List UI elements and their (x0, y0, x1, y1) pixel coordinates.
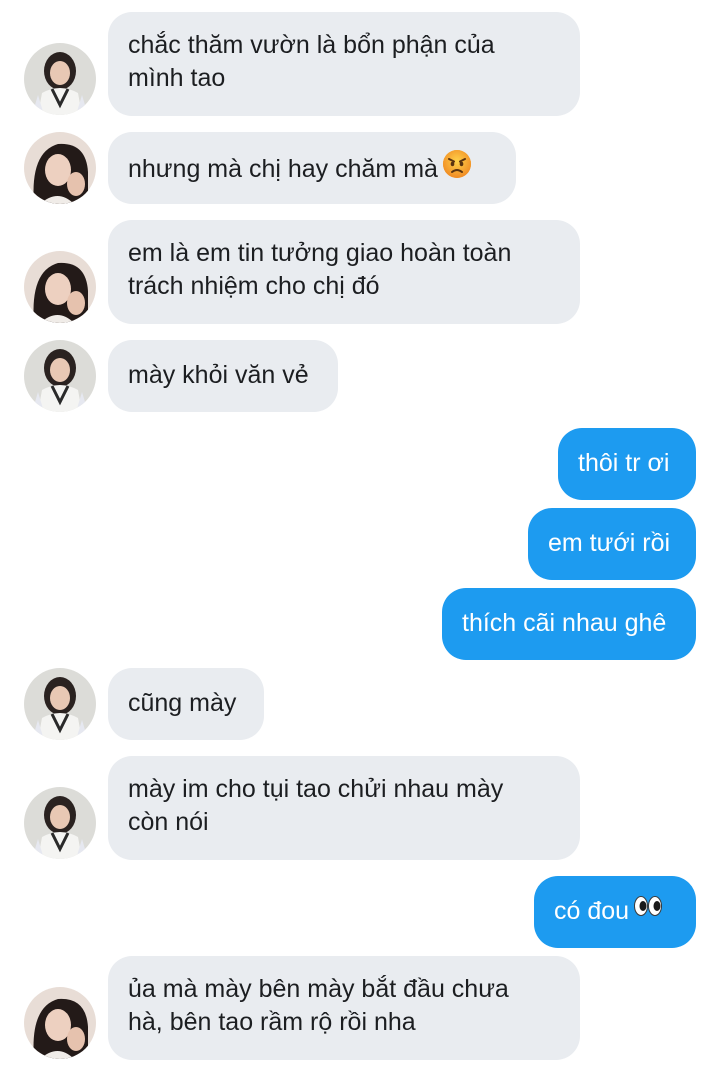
avatar-girl-white-vest-icon (24, 43, 96, 115)
avatar-girl-white-vest-icon (24, 787, 96, 859)
message-row-incoming: nhưng mà chị hay chăm mà (0, 132, 720, 204)
avatar[interactable] (24, 668, 96, 740)
avatar[interactable] (24, 132, 96, 204)
message-bubble[interactable]: thôi tr ơi (558, 428, 696, 500)
message-row-incoming: mày khỏi văn vẻ (0, 340, 720, 412)
message-row-incoming: cũng mày (0, 668, 720, 740)
message-bubble[interactable]: chắc thăm vườn là bổn phận của mình tao (108, 12, 580, 116)
message-bubble[interactable]: nhưng mà chị hay chăm mà (108, 132, 516, 204)
avatar[interactable] (24, 251, 96, 323)
avatar[interactable] (24, 787, 96, 859)
message-bubble[interactable]: em là em tin tưởng giao hoàn toàn trách … (108, 220, 580, 324)
avatar-girl-selfie-icon (24, 251, 96, 323)
avatar[interactable] (24, 43, 96, 115)
message-bubble[interactable]: mày im cho tụi tao chửi nhau mày còn nói (108, 756, 580, 860)
message-bubble[interactable]: em tưới rồi (528, 508, 696, 580)
avatar-girl-selfie-icon (24, 987, 96, 1059)
avatar[interactable] (24, 340, 96, 412)
conversation-thread[interactable]: chắc thăm vườn là bổn phận của mình tao … (0, 0, 720, 1068)
avatar[interactable] (24, 987, 96, 1059)
message-row-incoming: em là em tin tưởng giao hoàn toàn trách … (0, 220, 720, 324)
message-row-incoming: ủa mà mày bên mày bắt đầu chưa hà, bên t… (0, 956, 720, 1060)
message-bubble[interactable]: có đou (534, 876, 696, 948)
message-row-incoming: mày im cho tụi tao chửi nhau mày còn nói (0, 756, 720, 860)
message-bubble[interactable]: mày khỏi văn vẻ (108, 340, 338, 412)
message-row-incoming: chắc thăm vườn là bổn phận của mình tao (0, 12, 720, 116)
avatar-girl-white-vest-icon (24, 340, 96, 412)
message-bubble[interactable]: thích cãi nhau ghê (442, 588, 696, 660)
avatar-girl-white-vest-icon (24, 668, 96, 740)
message-text: nhưng mà chị hay chăm mà (128, 155, 438, 184)
avatar-girl-selfie-icon (24, 132, 96, 204)
message-row-outgoing: em tưới rồi (0, 508, 720, 580)
angry-face-icon (442, 149, 472, 188)
message-row-outgoing: có đou (0, 876, 720, 948)
message-text: có đou (554, 897, 630, 925)
message-bubble[interactable]: cũng mày (108, 668, 264, 740)
message-row-outgoing: thôi tr ơi (0, 428, 720, 500)
message-bubble[interactable]: ủa mà mày bên mày bắt đầu chưa hà, bên t… (108, 956, 580, 1060)
eyes-icon (633, 894, 663, 927)
message-row-outgoing: thích cãi nhau ghê (0, 588, 720, 660)
